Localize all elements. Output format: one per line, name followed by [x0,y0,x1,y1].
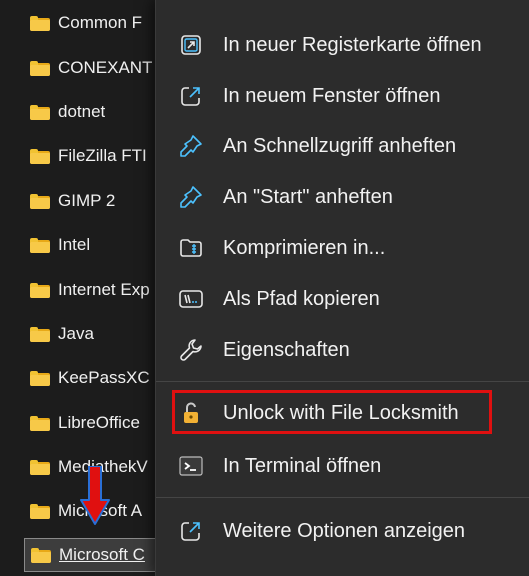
menu-item-more-options[interactable]: Weitere Optionen anzeigen [156,508,529,554]
menu-item-label: Komprimieren in... [223,236,386,259]
folder-label: Microsoft C [59,545,145,564]
wrench-icon [178,337,204,363]
folder-label: Common F [58,13,143,32]
folder-icon [30,148,50,164]
folder-label: Intel [58,235,91,254]
menu-item-label: In neuer Registerkarte öffnen [223,33,482,56]
folder-item-selected[interactable]: Microsoft C [24,538,174,572]
folder-label: Internet Exp [58,280,150,299]
folder-label: GIMP 2 [58,191,116,210]
new-tab-icon [178,32,204,58]
folder-label: Java [58,324,94,343]
folder-label: dotnet [58,102,106,121]
folder-icon [30,503,50,519]
folder-item[interactable]: Java [24,320,174,348]
menu-item-label: An "Start" anheften [223,185,393,208]
folder-icon [30,60,50,76]
folder-icon [30,237,50,253]
menu-item-pin-start[interactable]: An "Start" anheften [156,174,529,220]
folder-item[interactable]: FileZilla FTI [24,142,174,170]
menu-item-open-new-window[interactable]: In neuem Fenster öffnen [156,73,529,119]
folder-item[interactable]: LibreOffice [24,409,174,437]
annotation-highlight-box [172,390,492,434]
menu-item-compress[interactable]: Komprimieren in... [156,225,529,271]
menu-separator [156,381,529,382]
new-window-icon [178,83,204,109]
folder-label: LibreOffice [58,413,140,432]
folder-icon [30,193,50,209]
folder-icon [31,547,51,563]
menu-item-label: Als Pfad kopieren [223,287,380,310]
more-options-icon [178,518,204,544]
annotation-arrow-icon [80,466,110,525]
folder-item[interactable]: dotnet [24,98,174,126]
folder-icon [30,282,50,298]
folder-item[interactable]: CONEXANT [24,54,174,82]
zip-folder-icon [178,235,204,261]
folder-item[interactable]: Internet Exp [24,276,174,304]
menu-separator [156,497,529,498]
folder-icon [30,326,50,342]
menu-item-label: Weitere Optionen anzeigen [223,519,466,542]
folder-item[interactable]: GIMP 2 [24,187,174,215]
folder-label: KeePassXC [58,368,150,387]
folder-icon [30,415,50,431]
folder-label: CONEXANT [58,58,153,77]
folder-item[interactable]: Common F [24,9,174,37]
folder-icon [30,104,50,120]
context-menu: In neuer Registerkarte öffnen In neuem F… [155,0,529,576]
folder-label: FileZilla FTI [58,146,147,165]
folder-icon [30,15,50,31]
menu-item-label: In Terminal öffnen [223,454,382,477]
menu-item-copy-as-path[interactable]: Als Pfad kopieren [156,276,529,322]
folder-item[interactable]: KeePassXC [24,364,174,392]
menu-item-open-new-tab[interactable]: In neuer Registerkarte öffnen [156,22,529,68]
menu-item-label: In neuem Fenster öffnen [223,84,441,107]
menu-item-label: An Schnellzugriff anheften [223,134,457,157]
menu-item-label: Eigenschaften [223,338,350,361]
menu-item-open-terminal[interactable]: In Terminal öffnen [156,443,529,489]
folder-icon [30,459,50,475]
pin-icon [178,133,204,159]
menu-item-pin-quick-access[interactable]: An Schnellzugriff anheften [156,123,529,169]
folder-item[interactable]: Intel [24,231,174,259]
copy-path-icon [178,286,204,312]
menu-item-properties[interactable]: Eigenschaften [156,327,529,373]
terminal-icon [178,453,204,479]
folder-icon [30,370,50,386]
pin-start-icon [178,184,204,210]
